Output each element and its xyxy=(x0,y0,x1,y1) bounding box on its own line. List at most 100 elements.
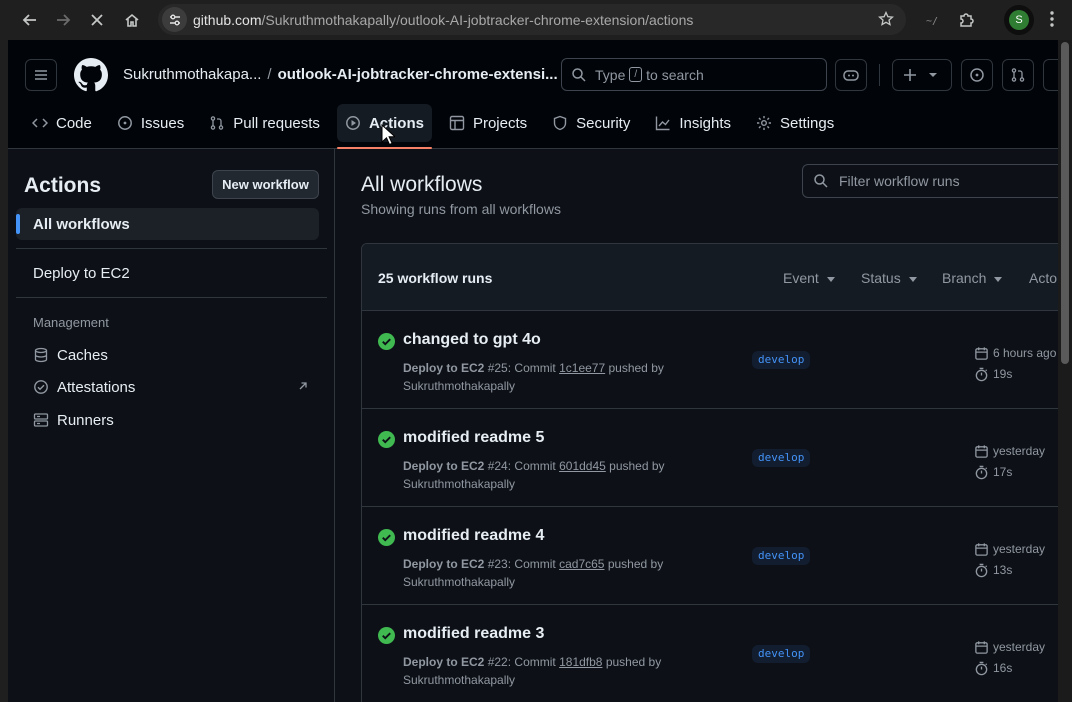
workflow-run-row[interactable]: modified readme 3 Deploy to EC2 #22: Com… xyxy=(362,605,1072,702)
run-actor-link[interactable]: Sukruthmothakapally xyxy=(403,573,663,591)
extension-icon[interactable]: ~/ xyxy=(924,12,942,28)
tab-label: Projects xyxy=(472,114,528,132)
run-workflow-name: Deploy to EC2 xyxy=(403,557,485,571)
commit-sha-link[interactable]: 601dd45 xyxy=(559,459,606,473)
run-time: yesterday xyxy=(993,444,1046,458)
actor-filter-dropdown[interactable]: Acto xyxy=(1029,270,1057,286)
repo-name-link[interactable]: outlook-AI-jobtracker-chrome-extensi... xyxy=(278,66,558,83)
filter-label: Branch xyxy=(942,270,987,286)
tab-insights[interactable]: Insights xyxy=(647,104,739,142)
page-scrollbar[interactable] xyxy=(1058,40,1072,702)
issues-button[interactable] xyxy=(961,59,993,91)
workflow-run-row[interactable]: modified readme 4 Deploy to EC2 #23: Com… xyxy=(362,507,1072,605)
run-title-link[interactable]: modified readme 5 xyxy=(403,429,544,447)
browser-menu-icon[interactable] xyxy=(1048,10,1056,28)
run-timing: yesterday 13s xyxy=(974,539,1045,581)
commit-label: Commit xyxy=(514,557,556,571)
run-meta: Deploy to EC2 #22: Commit 181dfb8 pushed… xyxy=(403,655,662,689)
bookmark-star-icon[interactable] xyxy=(878,11,894,27)
branch-filter-dropdown[interactable]: Branch xyxy=(942,270,1003,286)
sidebar-item-caches[interactable]: Caches xyxy=(16,339,319,371)
hamburger-menu-button[interactable] xyxy=(25,59,57,91)
tab-code[interactable]: Code xyxy=(24,104,100,142)
github-logo-icon[interactable] xyxy=(74,58,108,92)
commit-label: Commit xyxy=(514,361,556,375)
run-timing: yesterday 16s xyxy=(974,637,1045,679)
branch-label[interactable]: develop xyxy=(752,449,811,467)
copilot-button[interactable] xyxy=(835,59,867,91)
run-duration: 17s xyxy=(993,465,1013,479)
run-time: 6 hours ago xyxy=(993,346,1057,360)
extensions-puzzle-icon[interactable] xyxy=(958,10,976,28)
stop-loading-button[interactable] xyxy=(81,4,113,36)
global-search-input[interactable]: Type / to search xyxy=(561,58,827,91)
run-number: #25 xyxy=(487,361,508,375)
back-button[interactable] xyxy=(14,4,46,36)
new-workflow-button[interactable]: New workflow xyxy=(212,170,319,199)
search-suffix: to search xyxy=(646,66,704,83)
run-title-link[interactable]: modified readme 4 xyxy=(403,527,544,545)
run-actor-link[interactable]: Sukruthmothakapally xyxy=(403,475,665,493)
mouse-cursor-icon xyxy=(381,124,395,146)
search-shortcut-key: / xyxy=(629,67,643,82)
runs-header: 25 workflow runs Event Status Branch Act… xyxy=(362,244,1072,311)
page-title: All workflows xyxy=(361,173,483,196)
sidebar-item-attestations[interactable]: Attestations xyxy=(16,371,319,403)
branch-label[interactable]: develop xyxy=(752,645,811,663)
code-icon xyxy=(32,115,48,131)
filter-runs-input[interactable]: Filter workflow runs xyxy=(802,164,1072,198)
sidebar-item-label: Attestations xyxy=(57,378,136,396)
breadcrumb: Sukruthmothakapa... / outlook-AI-jobtracke… xyxy=(123,66,558,83)
run-duration: 13s xyxy=(993,563,1013,577)
search-prefix: Type xyxy=(595,66,626,83)
sidebar-divider xyxy=(16,248,327,249)
tab-issues[interactable]: Issues xyxy=(109,104,192,142)
url-path: /Sukruthmothakapally/outlook-AI-jobtrack… xyxy=(261,12,694,28)
repo-tabs: Code Issues Pull requests Actions Projec… xyxy=(24,104,851,149)
site-info-icon[interactable] xyxy=(162,7,187,32)
run-timing: yesterday 17s xyxy=(974,441,1045,483)
tab-projects[interactable]: Projects xyxy=(441,104,535,142)
tab-settings[interactable]: Settings xyxy=(748,104,842,142)
run-time: yesterday xyxy=(993,640,1046,654)
status-filter-dropdown[interactable]: Status xyxy=(861,270,917,286)
run-number: #23 xyxy=(487,557,508,571)
sidebar-item-deploy-to-ec2[interactable]: Deploy to EC2 xyxy=(16,257,319,289)
workflow-run-row[interactable]: modified readme 5 Deploy to EC2 #24: Com… xyxy=(362,409,1072,507)
tab-pull-requests[interactable]: Pull requests xyxy=(201,104,328,142)
success-check-icon xyxy=(378,529,395,546)
run-title-link[interactable]: changed to gpt 4o xyxy=(403,331,541,349)
create-new-button[interactable] xyxy=(892,59,952,91)
calendar-icon xyxy=(974,640,989,655)
commit-sha-link[interactable]: cad7c65 xyxy=(559,557,604,571)
commit-sha-link[interactable]: 181dfb8 xyxy=(559,655,602,669)
caret-down-icon xyxy=(826,276,835,282)
run-time: yesterday xyxy=(993,542,1046,556)
profile-avatar[interactable]: S xyxy=(1004,5,1034,35)
forward-button[interactable] xyxy=(47,4,79,36)
address-bar[interactable]: github.com/Sukruthmothakapally/outlook-A… xyxy=(158,4,906,35)
run-workflow-name: Deploy to EC2 xyxy=(403,459,485,473)
sidebar-item-runners[interactable]: Runners xyxy=(16,404,319,436)
run-title-link[interactable]: modified readme 3 xyxy=(403,625,544,643)
commit-sha-link[interactable]: 1c1ee77 xyxy=(559,361,605,375)
sidebar-item-all-workflows[interactable]: All workflows xyxy=(16,208,319,240)
tab-label: Pull requests xyxy=(233,114,320,132)
shield-icon xyxy=(552,115,568,131)
tab-security[interactable]: Security xyxy=(544,104,638,142)
run-actor-link[interactable]: Sukruthmothakapally xyxy=(403,377,664,395)
run-number: #24 xyxy=(487,459,508,473)
branch-label[interactable]: develop xyxy=(752,351,811,369)
workflow-run-row[interactable]: changed to gpt 4o Deploy to EC2 #25: Com… xyxy=(362,311,1072,409)
run-actor-link[interactable]: Sukruthmothakapally xyxy=(403,671,661,689)
run-workflow-name: Deploy to EC2 xyxy=(403,361,485,375)
commit-label: Commit xyxy=(514,655,556,669)
search-icon xyxy=(571,67,587,83)
event-filter-dropdown[interactable]: Event xyxy=(783,270,835,286)
home-button[interactable] xyxy=(116,4,148,36)
gear-icon xyxy=(756,115,772,131)
pull-requests-button[interactable] xyxy=(1002,59,1034,91)
repo-owner-link[interactable]: Sukruthmothakapa... xyxy=(123,66,261,83)
branch-label[interactable]: develop xyxy=(752,547,811,565)
scrollbar-thumb[interactable] xyxy=(1061,42,1069,364)
